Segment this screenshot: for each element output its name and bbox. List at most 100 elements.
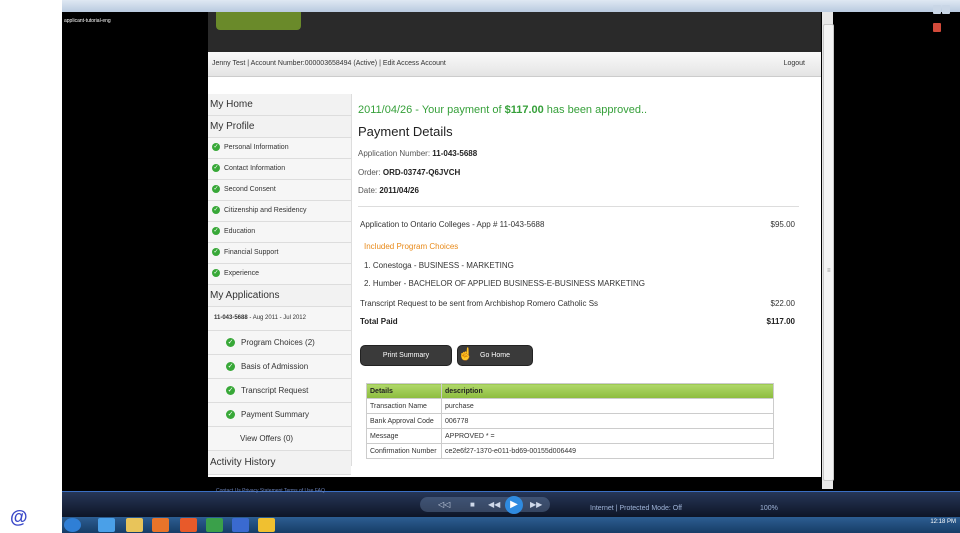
- date-row: Date: 2011/04/26: [358, 186, 419, 195]
- sidebar-item-label: My Home: [210, 99, 253, 110]
- stop-icon[interactable]: ■: [470, 500, 475, 509]
- sidebar-item-experience[interactable]: ✓ Experience: [208, 264, 351, 285]
- sidebar-item-label: Personal Information: [224, 144, 289, 151]
- sidebar-item-citizenship[interactable]: ✓ Citizenship and Residency: [208, 201, 351, 222]
- media-player-icon[interactable]: [152, 518, 169, 532]
- sidebar-item-label: Experience: [224, 270, 260, 277]
- sidebar-item-label: My Profile: [210, 121, 255, 132]
- check-circle-icon: ✓: [212, 143, 220, 152]
- start-button-icon[interactable]: [64, 518, 81, 532]
- previous-icon[interactable]: ◀◀: [488, 500, 500, 509]
- app-icon[interactable]: [258, 518, 275, 532]
- table-cell: Confirmation Number: [366, 443, 442, 459]
- go-home-label: Go Home: [480, 352, 510, 359]
- left-margin: @: [0, 0, 62, 533]
- check-circle-icon: ✓: [226, 362, 235, 372]
- messenger-icon[interactable]: [180, 518, 197, 532]
- sidebar-item-program-choices[interactable]: ✓ Program Choices (2): [208, 331, 351, 355]
- sidebar-item-my-applications[interactable]: My Applications: [208, 285, 351, 307]
- table-cell: APPROVED * =: [441, 428, 774, 444]
- window-buttons[interactable]: [932, 1, 958, 32]
- check-circle-icon: ✓: [212, 269, 220, 278]
- total-label: Total Paid: [360, 317, 398, 326]
- approval-amount: $117.00: [504, 104, 544, 116]
- tray-clock[interactable]: 12:18 PM: [930, 519, 956, 525]
- site-footer[interactable]: Contact Us Privacy Statement Terms of Us…: [208, 488, 829, 496]
- account-info[interactable]: Jenny Test | Account Number:000003658494…: [212, 60, 446, 67]
- folder-icon[interactable]: [126, 518, 143, 532]
- check-circle-icon: ✓: [212, 185, 220, 194]
- sidebar-item-label: Second Consent: [224, 186, 276, 193]
- sidebar-item-label: Activity History: [210, 457, 276, 468]
- play-icon[interactable]: ▶: [505, 496, 523, 514]
- sidebar-item-second-consent[interactable]: ✓ Second Consent: [208, 180, 351, 201]
- check-circle-icon: ✓: [226, 338, 235, 348]
- sidebar-item-basis-of-admission[interactable]: ✓ Basis of Admission: [208, 355, 351, 379]
- sidebar-item-transcript-request[interactable]: ✓ Transcript Request: [208, 379, 351, 403]
- sidebar-item-my-profile[interactable]: My Profile: [208, 116, 351, 138]
- table-row: Message APPROVED * =: [366, 428, 774, 444]
- meta-value: 2011/04/26: [379, 186, 419, 195]
- browser-status: Internet | Protected Mode: Off: [590, 505, 682, 512]
- page-title: Payment Details: [358, 124, 453, 139]
- total-amount: $117.00: [766, 317, 795, 326]
- sidebar-item-payment-summary[interactable]: ✓ Payment Summary: [208, 403, 351, 427]
- application-number: 11-043-5688: [214, 315, 248, 321]
- sidebar-item-label: Payment Summary: [241, 410, 310, 419]
- table-cell: Transaction Name: [366, 398, 442, 414]
- next-icon[interactable]: ▶▶: [530, 500, 542, 509]
- program-choice-item: 2. Humber - BACHELOR OF APPLIED BUSINESS…: [364, 279, 645, 288]
- table-row: Transaction Name purchase: [366, 398, 774, 414]
- meta-label: Date:: [358, 186, 380, 195]
- document-icon[interactable]: [232, 518, 249, 532]
- tutorial-label: applicant-tutorial-eng: [64, 18, 111, 24]
- go-home-button[interactable]: ☝ Go Home: [457, 345, 533, 366]
- sidebar-item-personal-information[interactable]: ✓ Personal Information: [208, 138, 351, 159]
- sidebar-item-label: View Offers (0): [240, 434, 294, 443]
- table-row: Bank Approval Code 006778: [366, 413, 774, 429]
- meta-label: Application Number:: [358, 149, 433, 158]
- sidebar-item-financial-support[interactable]: ✓ Financial Support: [208, 243, 351, 264]
- line-item-amount: $22.00: [770, 299, 795, 308]
- spreadsheet-icon[interactable]: [206, 518, 223, 532]
- application-period: - Aug 2011 - Jul 2012: [247, 315, 306, 321]
- scrollbar-thumb[interactable]: [823, 24, 834, 481]
- sidebar-item-view-offers[interactable]: View Offers (0): [208, 427, 351, 451]
- table-cell: Message: [366, 428, 442, 444]
- scrollbar-grip-icon: ≡: [827, 268, 831, 274]
- minimize-icon[interactable]: [933, 5, 941, 14]
- check-circle-icon: ✓: [212, 227, 220, 236]
- approval-suffix: has been approved..: [543, 104, 648, 116]
- approval-message: 2011/04/26 - Your payment of $117.00 has…: [358, 104, 647, 116]
- site-banner: [208, 12, 821, 52]
- meta-value: ORD-03747-Q6JVCH: [382, 168, 461, 177]
- sidebar-item-label: Contact Information: [224, 165, 286, 172]
- sidebar-item-my-home[interactable]: My Home: [208, 94, 351, 116]
- check-circle-icon: ✓: [212, 164, 220, 173]
- approval-prefix: 2011/04/26 - Your payment of: [358, 104, 505, 116]
- window-titlebar: [62, 0, 960, 32]
- app-logo-icon: @: [10, 507, 28, 527]
- sidebar-item-label: My Applications: [210, 290, 280, 301]
- meta-label: Order:: [358, 168, 383, 177]
- zoom-level[interactable]: 100%: [760, 505, 778, 512]
- sidebar-item-label: Basis of Admission: [241, 362, 309, 371]
- sidebar-item-activity-history[interactable]: Activity History: [208, 451, 351, 475]
- logout-link[interactable]: Logout: [784, 60, 805, 67]
- program-choice-item: 1. Conestoga - BUSINESS - MARKETING: [364, 261, 514, 270]
- check-circle-icon: ✓: [212, 206, 220, 215]
- sidebar-item-contact-information[interactable]: ✓ Contact Information: [208, 159, 351, 180]
- check-circle-icon: ✓: [226, 386, 235, 396]
- sidebar-item-label: Education: [224, 228, 256, 235]
- close-icon[interactable]: [933, 23, 941, 32]
- sidebar-item-education[interactable]: ✓ Education: [208, 222, 351, 243]
- maximize-icon[interactable]: [942, 5, 950, 14]
- sidebar-item-label: Transcript Request: [241, 386, 309, 395]
- transaction-details-table: Details description Transaction Name purc…: [366, 383, 774, 459]
- ie-logo-icon[interactable]: [98, 518, 115, 532]
- line-item-application: Application to Ontario Colleges - App # …: [360, 220, 545, 229]
- table-cell: Bank Approval Code: [366, 413, 442, 429]
- print-summary-button[interactable]: Print Summary: [360, 345, 452, 366]
- sidebar-item-application[interactable]: 11-043-5688 - Aug 2011 - Jul 2012: [208, 307, 351, 331]
- rewind-icon[interactable]: ◁◁: [438, 500, 450, 509]
